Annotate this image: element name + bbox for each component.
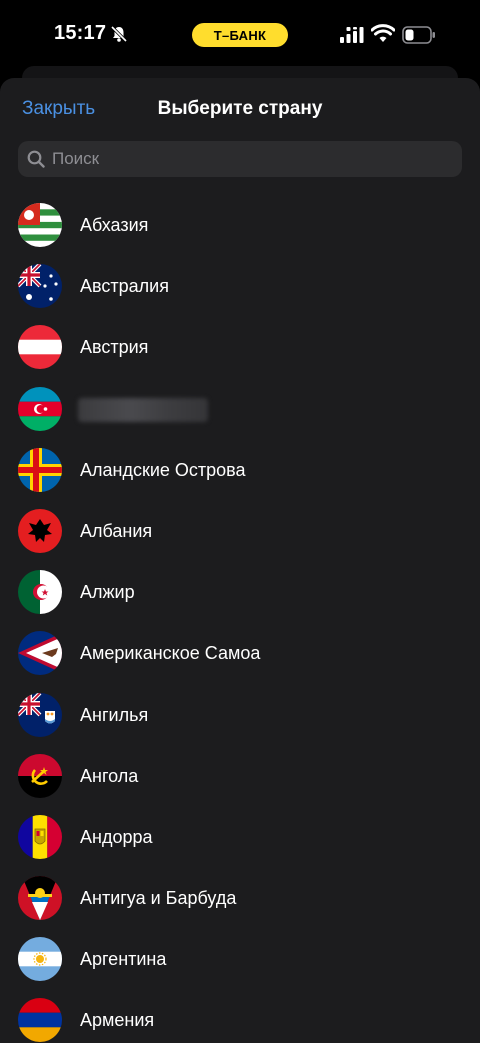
wifi-icon	[371, 24, 395, 42]
country-item-redacted[interactable]	[0, 379, 480, 440]
status-time: 15:17	[54, 22, 107, 44]
country-item-anguilla[interactable]: Ангилья	[0, 685, 480, 746]
country-name: Ангилья	[80, 704, 149, 725]
country-item-algeria[interactable]: Алжир	[0, 562, 480, 623]
austria-flag-icon	[18, 325, 62, 370]
country-name: Андорра	[80, 826, 153, 847]
battery-icon	[402, 26, 435, 44]
australia-flag-icon	[18, 264, 62, 309]
country-name: Абхазия	[80, 215, 149, 235]
close-button[interactable]: Закрыть	[22, 98, 95, 120]
bell-slash-icon	[110, 25, 128, 43]
country-name: Австралия	[80, 276, 169, 297]
armenia-flag-icon	[18, 998, 62, 1043]
country-item-australia[interactable]: Австралия	[0, 256, 480, 317]
country-picker-sheet: Закрыть Выберите страну Абхазия	[0, 78, 480, 1043]
country-item-albania[interactable]: Албания	[0, 501, 480, 562]
country-name: Албания	[80, 520, 153, 541]
azerbaijan-flag-icon	[18, 386, 62, 431]
albania-flag-icon	[18, 508, 62, 553]
american-samoa-flag-icon	[18, 631, 62, 676]
argentina-flag-icon	[18, 937, 62, 982]
country-item-aland[interactable]: Аландские Острова	[0, 440, 480, 501]
country-name: Аргентина	[80, 949, 167, 970]
signal-icon	[340, 27, 364, 43]
andorra-flag-icon	[18, 814, 62, 859]
country-item-armenia[interactable]: Армения	[0, 990, 480, 1043]
search-field[interactable]	[18, 141, 462, 177]
country-name: Австрия	[80, 337, 149, 358]
country-item-abkhazia[interactable]: Абхазия	[0, 195, 480, 256]
country-name: Армения	[80, 1010, 155, 1031]
search-input[interactable]	[52, 149, 462, 169]
country-item-austria[interactable]: Австрия	[0, 317, 480, 378]
country-item-argentina[interactable]: Аргентина	[0, 929, 480, 990]
country-item-andorra[interactable]: Андорра	[0, 807, 480, 868]
country-name: Алжир	[80, 582, 135, 603]
status-bar: 15:17 Т–БАНК	[0, 0, 480, 72]
anguilla-flag-icon	[18, 692, 62, 737]
bank-pill[interactable]: Т–БАНК	[192, 23, 288, 47]
country-item-angola[interactable]: Ангола	[0, 746, 480, 807]
country-name: Ангола	[80, 765, 139, 786]
country-item-american-samoa[interactable]: Американское Самоа	[0, 623, 480, 684]
redacted-country-name	[78, 397, 208, 422]
search-icon	[27, 150, 45, 168]
country-name: Антигуа и Барбуда	[80, 888, 237, 909]
country-name: Американское Самоа	[80, 643, 261, 664]
antigua-flag-icon	[18, 876, 62, 921]
angola-flag-icon	[18, 753, 62, 798]
country-list: Абхазия Австралия Австрия Аландские Остр…	[0, 195, 480, 1043]
algeria-flag-icon	[18, 570, 62, 615]
country-item-antigua-barbuda[interactable]: Антигуа и Барбуда	[0, 868, 480, 929]
country-name: Аландские Острова	[80, 459, 246, 480]
aland-flag-icon	[18, 447, 62, 492]
abkhazia-flag-icon	[18, 203, 62, 247]
